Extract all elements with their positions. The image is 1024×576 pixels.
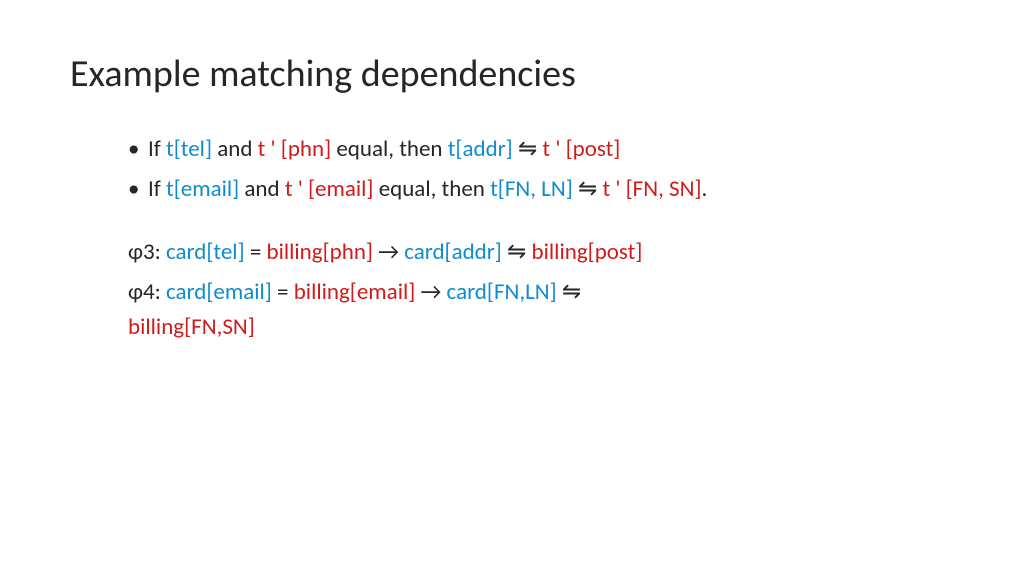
bullet-1: If t[tel] and t ' [phn] equal, then t[ad… bbox=[128, 132, 954, 167]
phi-3: φ3: card[tel] = billing[phn] → card[addr… bbox=[128, 235, 954, 270]
slide-body: If t[tel] and t ' [phn] equal, then t[ad… bbox=[128, 132, 954, 345]
slide-title: Example matching dependencies bbox=[70, 54, 954, 96]
bullet-1-text: If t[tel] and t ' [phn] equal, then t[ad… bbox=[148, 135, 620, 163]
phi-4: φ4: card[email] = billing[email] → card[… bbox=[128, 275, 954, 344]
bullet-2: If t[email] and t ' [email] equal, then … bbox=[128, 172, 954, 207]
bullet-list: If t[tel] and t ' [phn] equal, then t[ad… bbox=[128, 132, 954, 207]
bullet-2-text: If t[email] and t ' [email] equal, then … bbox=[148, 175, 707, 203]
slide: Example matching dependencies If t[tel] … bbox=[0, 0, 1024, 576]
